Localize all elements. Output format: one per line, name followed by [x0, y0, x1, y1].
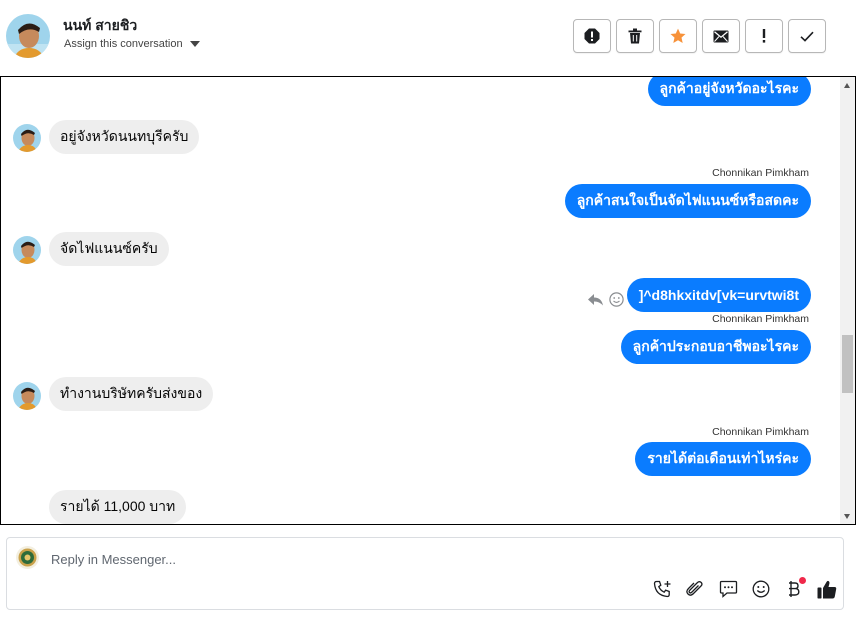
contact-avatar-small	[13, 124, 41, 152]
message-outgoing[interactable]: ]^d8hkxitdv[vk=urvtwi8t	[626, 278, 811, 312]
messenger-conversation: นนท์ สายชิว Assign this conversation ลูก…	[0, 0, 860, 621]
reply-icon[interactable]	[588, 293, 603, 306]
payment-button[interactable]	[783, 577, 806, 600]
message-outgoing[interactable]: ลูกค้าอยู่จังหวัดอะไรคะ	[647, 77, 811, 106]
star-button[interactable]	[659, 19, 697, 53]
emoji-react-icon[interactable]	[609, 292, 624, 307]
spam-icon	[584, 28, 600, 44]
message-incoming[interactable]: จัดไฟแนนซ์ครับ	[49, 232, 169, 266]
contact-avatar-small	[13, 382, 41, 410]
message-incoming[interactable]: อยู่จังหวัดนนทบุรีครับ	[49, 120, 200, 154]
contact-avatar[interactable]	[6, 14, 50, 58]
thread-scrollbar[interactable]	[840, 77, 855, 524]
contact-avatar-small	[13, 236, 41, 264]
message-incoming[interactable]: ทำงานบริษัทครับส่งของ	[49, 377, 214, 411]
mail-icon	[713, 30, 729, 42]
message-hover-tools	[588, 292, 624, 307]
message-thread[interactable]: ลูกค้าอยู่จังหวัดอะไรคะ อยู่จังหวัดนนทบุ…	[0, 76, 856, 525]
page-avatar	[16, 546, 39, 569]
follow-up-button[interactable]	[745, 19, 783, 53]
composer-toolbar	[651, 577, 838, 600]
check-icon	[800, 31, 814, 42]
caret-down-icon	[189, 41, 200, 47]
exclamation-icon	[762, 29, 766, 43]
attachment-icon	[686, 581, 703, 596]
mark-done-button[interactable]	[788, 19, 826, 53]
message-outgoing[interactable]: ลูกค้าสนใจเป็นจัดไฟแนนซ์หรือสดคะ	[564, 184, 811, 218]
contact-name: นนท์ สายชิว	[63, 17, 138, 33]
saved-replies-icon	[719, 580, 737, 598]
trash-icon	[628, 28, 642, 44]
emoji-button[interactable]	[750, 578, 772, 600]
reply-composer	[6, 537, 844, 610]
message-outgoing[interactable]: ลูกค้าประกอบอาชีพอะไรคะ	[620, 330, 811, 364]
assign-conversation-dropdown[interactable]: Assign this conversation	[64, 38, 200, 50]
mark-unread-button[interactable]	[702, 19, 740, 53]
scrollbar-thumb[interactable]	[842, 335, 853, 393]
scroll-down-icon[interactable]	[844, 514, 850, 519]
emoji-icon	[752, 580, 770, 598]
reply-input[interactable]	[51, 549, 651, 569]
delete-button[interactable]	[616, 19, 654, 53]
sender-name: Chonnikan Pimkham	[712, 426, 809, 438]
attach-button[interactable]	[684, 578, 706, 600]
assign-label: Assign this conversation	[64, 38, 183, 50]
saved-replies-button[interactable]	[717, 578, 739, 600]
conversation-actions	[573, 19, 826, 53]
star-icon	[670, 28, 686, 43]
message-outgoing[interactable]: รายได้ต่อเดือนเท่าไหร่คะ	[635, 442, 811, 476]
sender-name: Chonnikan Pimkham	[712, 167, 809, 179]
message-incoming[interactable]: รายได้ 11,000 บาท	[49, 490, 187, 524]
call-add-button[interactable]	[651, 578, 673, 600]
scroll-up-icon[interactable]	[844, 83, 850, 88]
call-add-icon	[653, 580, 670, 597]
like-icon	[817, 580, 837, 598]
like-button[interactable]	[816, 578, 838, 600]
mark-spam-button[interactable]	[573, 19, 611, 53]
sender-name: Chonnikan Pimkham	[712, 313, 809, 325]
notification-dot	[799, 577, 806, 584]
conversation-header: นนท์ สายชิว Assign this conversation	[0, 0, 860, 76]
